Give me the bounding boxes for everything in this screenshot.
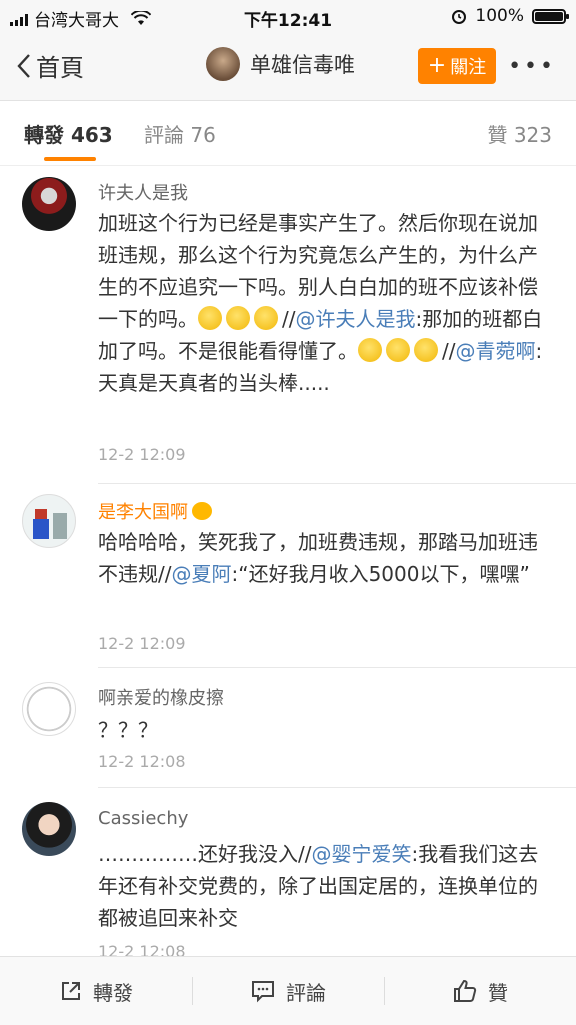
comment-text: 加班这个行为已经是事实产生了。然后你现在说加班违规，那么这个行为究竟怎么产生的，… <box>98 207 554 399</box>
tab-repost-label: 轉發 <box>24 123 64 147</box>
avatar <box>206 47 240 81</box>
comment-author[interactable]: Cassiechy <box>98 808 188 829</box>
list-item: 啊亲爱的橡皮擦 ？？？ 12-2 12:08 <box>0 668 576 788</box>
tab-repost-count: 463 <box>70 123 113 147</box>
tab-comment-count: 76 <box>190 123 216 147</box>
chevron-left-icon <box>17 53 30 78</box>
repost-label: 轉發 <box>93 980 133 1005</box>
comment-author[interactable]: 是李大国啊 <box>98 498 212 524</box>
comment-text: 哈哈哈哈，笑死我了，加班费违规，那踏马加班违不违规//@夏阿:“还好我月收入50… <box>98 526 554 590</box>
comment-text: ……………还好我没入//@婴宁爱笑:我看我们这去年还有补交党费的，除了出国定居的… <box>98 838 554 934</box>
smile-emoji-icon <box>226 306 250 330</box>
tab-like-count: 323 <box>513 123 552 147</box>
back-button[interactable]: 首頁 <box>16 48 84 83</box>
back-label: 首頁 <box>36 54 84 82</box>
mention-link[interactable]: @青菀啊 <box>455 339 535 363</box>
avatar[interactable] <box>22 802 76 856</box>
list-item: 是李大国啊 哈哈哈哈，笑死我了，加班费违规，那踏马加班违不违规//@夏阿:“还好… <box>0 484 576 668</box>
tab-like-label: 贊 <box>487 123 508 147</box>
repost-button[interactable]: 轉發 <box>0 957 192 1025</box>
avatar[interactable] <box>22 177 76 231</box>
avatar[interactable] <box>22 682 76 736</box>
battery-percent: 100% <box>475 6 524 26</box>
tab-comment-label: 評論 <box>144 123 184 147</box>
comment-author-name: 是李大国啊 <box>98 502 188 523</box>
comment-author[interactable]: 啊亲爱的橡皮擦 <box>98 684 224 710</box>
status-bar: 台湾大哥大 下午12:41 100% <box>0 0 576 34</box>
smile-emoji-icon <box>386 338 410 362</box>
comment-timestamp: 12-2 12:09 <box>98 634 186 653</box>
crown-badge-icon <box>192 502 212 520</box>
comment-author[interactable]: 许夫人是我 <box>98 179 188 205</box>
more-options-icon[interactable]: ••• <box>508 54 556 79</box>
comment-text-part: ……………还好我没入// <box>98 842 312 866</box>
page-title: 单雄信毒唯 <box>250 53 355 77</box>
plus-icon: + <box>427 53 447 78</box>
like-label: 贊 <box>488 980 508 1005</box>
comment-text-part: :“还好我月收入5000以下，嘿嘿” <box>231 562 530 586</box>
comment-label: 評論 <box>286 980 326 1005</box>
tab-comment[interactable]: 評論 76 <box>144 119 216 148</box>
nav-title[interactable]: 单雄信毒唯 <box>206 47 355 81</box>
mention-link[interactable]: @婴宁爱笑 <box>311 842 411 866</box>
alarm-icon <box>452 10 467 24</box>
tab-repost[interactable]: 轉發 463 <box>24 119 113 148</box>
avatar[interactable] <box>22 494 76 548</box>
smile-emoji-icon <box>198 306 222 330</box>
comment-button[interactable]: 評論 <box>192 957 384 1025</box>
smile-emoji-icon <box>358 338 382 362</box>
list-item: 许夫人是我 加班这个行为已经是事实产生了。然后你现在说加班违规，那么这个行为究竟… <box>0 165 576 485</box>
battery-icon <box>532 8 569 24</box>
comment-icon <box>252 981 274 1003</box>
mention-link[interactable]: @许夫人是我 <box>295 307 415 331</box>
nav-bar: 首頁 单雄信毒唯 + 關注 ••• <box>0 34 576 101</box>
repost-separator: // <box>282 307 296 331</box>
repost-separator: // <box>442 339 456 363</box>
comment-timestamp: 12-2 12:08 <box>98 752 186 771</box>
comment-text: ？？？ <box>98 718 158 742</box>
active-tab-indicator <box>44 157 96 161</box>
tab-like[interactable]: 贊 323 <box>487 119 552 148</box>
list-item: Cassiechy ……………还好我没入//@婴宁爱笑:我看我们这去年还有补交党… <box>0 788 576 961</box>
bottom-action-bar: 轉發 評論 贊 <box>0 956 576 1025</box>
like-button[interactable]: 贊 <box>384 957 576 1025</box>
smile-emoji-icon <box>414 338 438 362</box>
comment-timestamp: 12-2 12:09 <box>98 445 186 464</box>
thumbs-up-icon <box>454 979 477 1002</box>
smile-emoji-icon <box>254 306 278 330</box>
follow-label: 關注 <box>450 57 487 78</box>
share-icon <box>62 982 80 1000</box>
mention-link[interactable]: @夏阿 <box>171 562 231 586</box>
follow-button[interactable]: + 關注 <box>418 48 496 84</box>
tab-bar: 轉發 463 評論 76 贊 323 <box>0 101 576 166</box>
